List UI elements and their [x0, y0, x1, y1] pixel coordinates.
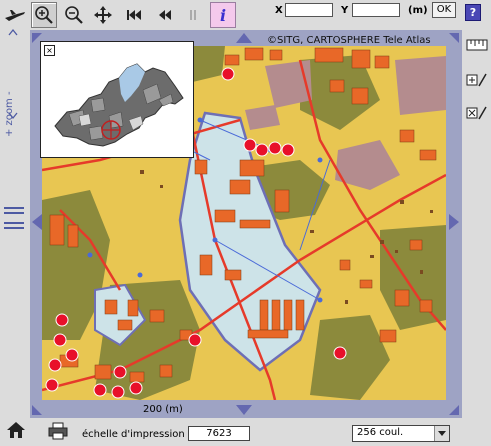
zoom-bar: + zoom -	[0, 28, 26, 418]
y-coordinate-input[interactable]	[352, 3, 400, 17]
zoom-up-arrow-icon[interactable]	[8, 28, 18, 36]
toolbar: i X Y (m) OK ?	[0, 0, 491, 30]
home-icon[interactable]	[6, 420, 26, 440]
print-scale-label: échelle d'impression :	[82, 429, 192, 440]
overview-map[interactable]: ×	[40, 41, 194, 158]
y-label: Y	[341, 5, 349, 16]
info-icon[interactable]: i	[210, 2, 236, 28]
print-icon[interactable]	[48, 422, 68, 440]
color-mode-select[interactable]: 256 coul.	[352, 425, 450, 442]
scale-label: 200 (m)	[143, 404, 183, 415]
zoom-down-arrow-icon[interactable]	[8, 112, 18, 120]
print-scale-input[interactable]: 7623	[188, 426, 250, 441]
pan-southeast-arrow-icon[interactable]	[448, 404, 460, 416]
map-copyright: ©SITG, CARTOSPHERE Tele Atlas	[267, 35, 431, 46]
pan-east-arrow-icon[interactable]	[448, 213, 460, 231]
x-coordinate-input[interactable]	[285, 3, 333, 17]
next-view-icon[interactable]	[180, 2, 206, 28]
pan-northeast-arrow-icon[interactable]	[448, 32, 460, 44]
first-view-icon[interactable]	[121, 2, 147, 28]
x-label: X	[275, 5, 283, 16]
overview-canton-shape	[54, 63, 184, 147]
delete-annotation-icon[interactable]	[466, 105, 488, 121]
zoom-in-icon[interactable]	[31, 2, 57, 28]
pan-north-arrow-icon[interactable]	[235, 32, 253, 44]
measure-ruler-icon[interactable]	[466, 38, 488, 52]
hand-pan-icon[interactable]	[2, 2, 28, 28]
unit-label: (m)	[408, 5, 428, 16]
zoom-out-icon[interactable]	[61, 2, 87, 28]
color-mode-value: 256 coul.	[357, 427, 404, 438]
ok-button[interactable]: OK	[432, 2, 456, 18]
previous-view-icon[interactable]	[152, 2, 178, 28]
info-label: i	[219, 5, 227, 25]
pan-south-arrow-icon[interactable]	[235, 404, 253, 416]
pan-southwest-arrow-icon[interactable]	[31, 404, 43, 416]
add-annotation-icon[interactable]	[466, 72, 488, 88]
zoom-slider-handle-icon[interactable]	[2, 204, 26, 232]
move-icon[interactable]	[90, 2, 116, 28]
help-button[interactable]: ?	[465, 4, 481, 21]
chevron-down-icon	[434, 426, 449, 441]
